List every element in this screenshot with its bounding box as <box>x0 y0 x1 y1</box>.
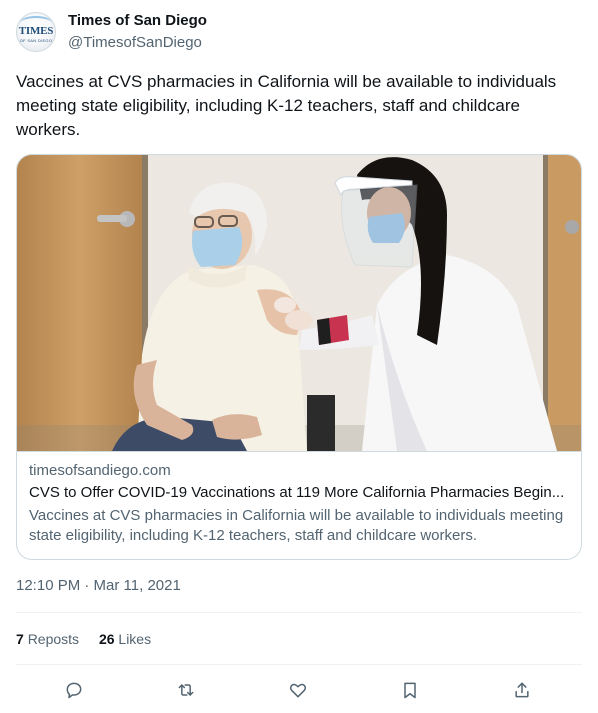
tweet-header: TIMES OF SAN DIEGO Times of San Diego @T… <box>16 10 582 58</box>
tweet-timestamp[interactable]: 12:10 PM · Mar 11, 2021 <box>16 577 181 594</box>
tweet-text: Vaccines at CVS pharmacies in California… <box>16 72 557 139</box>
card-description: Vaccines at CVS pharmacies in California… <box>29 507 564 544</box>
card-domain: timesofsandiego.com <box>29 462 171 479</box>
divider <box>16 664 582 665</box>
like-icon[interactable] <box>286 678 310 702</box>
bookmark-icon[interactable] <box>398 678 422 702</box>
author-handle[interactable]: @TimesofSanDiego <box>68 34 202 51</box>
vaccination-photo <box>17 155 581 451</box>
author-name[interactable]: Times of San Diego <box>68 12 207 29</box>
reposts-count: 7 <box>16 631 24 647</box>
avatar[interactable]: TIMES OF SAN DIEGO <box>16 12 56 52</box>
likes-count: 26 <box>98 631 115 647</box>
divider <box>16 612 582 613</box>
reposts-label: Reposts <box>27 631 80 647</box>
repost-icon[interactable] <box>174 678 198 702</box>
link-card[interactable]: timesofsandiego.com CVS to Offer COVID-1… <box>16 154 582 560</box>
card-body[interactable]: timesofsandiego.com CVS to Offer COVID-1… <box>17 451 581 559</box>
likes-label: Likes <box>118 631 152 647</box>
action-bar <box>16 676 582 704</box>
engagement-stats: 7 Reposts 26 Likes <box>16 631 167 647</box>
card-title: CVS to Offer COVID-19 Vaccinations at 11… <box>29 484 565 501</box>
likes-stat[interactable]: 26 Likes <box>99 631 151 647</box>
avatar-logo-text: TIMES <box>18 25 54 37</box>
reposts-stat[interactable]: 7 Reposts <box>16 631 79 647</box>
reply-icon[interactable] <box>62 678 86 702</box>
card-image[interactable] <box>17 155 581 451</box>
share-icon[interactable] <box>510 678 534 702</box>
avatar-logo-subtext: OF SAN DIEGO <box>19 38 53 43</box>
